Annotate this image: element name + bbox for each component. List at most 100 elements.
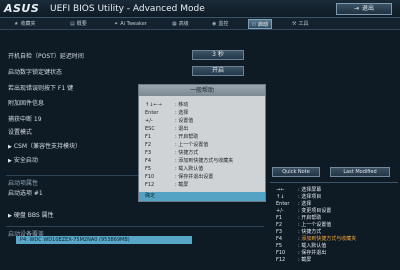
help-line: F3: 快捷方式 xyxy=(145,150,199,156)
help-line: F4: 添加到快捷方式与收藏夹 xyxy=(145,158,234,164)
section-boot-priority: 启动项属性 xyxy=(8,180,39,187)
help-desc: 设置值 xyxy=(178,118,194,124)
help-key: Enter xyxy=(145,110,159,116)
quick-note-button[interactable]: Quick Note xyxy=(272,167,320,177)
setting-label: 设置模式 xyxy=(8,129,33,136)
help-dialog-title: 一般帮助 xyxy=(139,85,265,96)
help-key: F12 xyxy=(145,182,155,188)
help-key: ESC xyxy=(145,126,155,132)
help-line: ESC: 退出 xyxy=(145,126,189,132)
help-ok-button[interactable]: 确定 xyxy=(139,192,265,201)
tab-label: 工具 xyxy=(298,21,309,27)
setting-int19[interactable]: 捕获中断 19 xyxy=(8,114,42,123)
key-help-line: Enter: 选择 xyxy=(276,201,312,207)
numlock-value[interactable]: 开启 xyxy=(192,66,244,76)
setting-label: CSM（兼容性支持模块） xyxy=(13,143,82,150)
setting-numlock[interactable]: 启动数字锁定键状态 xyxy=(8,67,62,76)
setting-label: 捕获中断 19 xyxy=(8,116,42,123)
exit-button[interactable]: ⇥ 退出 xyxy=(336,3,392,15)
tab-main[interactable]: ▤ 概要 xyxy=(70,19,87,29)
key-help-line: +/-: 变更项目设置 xyxy=(276,208,332,214)
setting-label: 启动数字锁定键状态 xyxy=(8,69,63,76)
help-line: F5: 载入默认值 xyxy=(145,166,204,172)
star-icon: ★ xyxy=(14,21,19,27)
advanced-icon: ▦ xyxy=(172,21,177,27)
help-desc: 载入默认值 xyxy=(178,166,204,172)
help-key: +/- xyxy=(145,118,153,124)
tab-label: 监控 xyxy=(218,21,229,27)
monitor-icon: ◉ xyxy=(212,21,217,27)
setting-csm[interactable]: ▶ CSM（兼容性支持模块） xyxy=(8,141,81,150)
key-help-line: F12: 截屏 xyxy=(276,257,312,263)
tab-label: 收藏夹 xyxy=(20,21,36,27)
help-key: F3 xyxy=(145,150,152,156)
tab-monitor[interactable]: ◉ 监控 xyxy=(212,19,228,29)
key-help-line: F2: 上一个设置值 xyxy=(276,222,332,228)
tab-label: Ai Tweaker xyxy=(120,21,147,27)
tab-label: 启动 xyxy=(257,22,268,28)
help-line: F10: 保存并退出设置 xyxy=(145,174,214,180)
app-title: UEFI BIOS Utility - Advanced Mode xyxy=(50,4,205,14)
boot-option-1[interactable]: 启动选项 #1 xyxy=(8,188,43,197)
help-line: ↑↓←→: 移动 xyxy=(145,102,189,108)
setting-label: 若出现错误则按下 F1 键 xyxy=(8,85,74,92)
help-desc: 开启帮助 xyxy=(178,134,199,140)
tab-boot[interactable]: ⏻ 启动 xyxy=(248,19,272,29)
setting-label: 附加固件信息 xyxy=(8,100,45,107)
general-help-dialog: 一般帮助 ↑↓←→: 移动 Enter: 选择 +/-: 设置值 ESC: 退出… xyxy=(138,84,266,202)
tab-advanced[interactable]: ▦ 高级 xyxy=(172,19,189,29)
help-line: F12: 截屏 xyxy=(145,182,189,188)
submenu-arrow-icon: ▶ xyxy=(8,144,12,150)
help-key: F4 xyxy=(145,158,152,164)
key-help-line: →←: 选择屏幕 xyxy=(276,187,322,193)
setting-label: 安全启动 xyxy=(13,157,38,164)
setting-secure-boot[interactable]: ▶ 安全启动 xyxy=(8,155,38,164)
setting-post-delay[interactable]: 开机自检（POST）延迟时间 xyxy=(8,51,84,60)
help-key: F1 xyxy=(145,134,152,140)
help-line: F1: 开启帮助 xyxy=(145,134,199,140)
submenu-arrow-icon: ▶ xyxy=(8,158,12,164)
key-help-line: ↑↓: 选择项目 xyxy=(276,194,322,200)
help-desc: 截屏 xyxy=(301,257,312,263)
help-desc: 添加到快捷方式与收藏夹 xyxy=(178,158,234,164)
tab-label: 概要 xyxy=(76,21,87,27)
boot-override-device[interactable]: P4: WDC WD10EZEX-75M2NA0 (953869MB) xyxy=(16,236,192,244)
tab-favorites[interactable]: ★ 收藏夹 xyxy=(14,19,36,29)
help-desc: 保存并退出设置 xyxy=(178,174,214,180)
tab-label: 高级 xyxy=(178,21,189,27)
tool-icon: ⚒ xyxy=(292,21,297,27)
exit-icon: ⇥ xyxy=(353,5,359,12)
submenu-arrow-icon: ▶ xyxy=(8,213,12,219)
help-key: ↑↓←→ xyxy=(145,102,162,108)
title-bar: ASUS UEFI BIOS Utility - Advanced Mode ⇥… xyxy=(0,0,400,18)
help-line: F2: 上一个设置值 xyxy=(145,142,209,148)
exit-label: 退出 xyxy=(362,5,375,12)
key-help-line: F3: 快捷方式 xyxy=(276,229,322,235)
post-delay-value[interactable]: 3 秒 xyxy=(192,50,244,60)
help-key: F10 xyxy=(145,174,155,180)
last-modified-button[interactable]: Last Modified xyxy=(330,167,390,177)
list-icon: ▤ xyxy=(70,21,75,27)
key-help-line: F10: 保存并退出 xyxy=(276,250,327,256)
key-help-line: F1: 开启帮助 xyxy=(276,215,322,221)
power-icon: ⏻ xyxy=(252,22,256,28)
help-line: +/-: 设置值 xyxy=(145,118,194,124)
key-help-line: F5: 载入默认值 xyxy=(276,243,327,249)
help-key: F2 xyxy=(145,142,152,148)
help-key: F5 xyxy=(145,166,152,172)
setting-bbs-priority[interactable]: ▶ 硬盘 BBS 属性 xyxy=(8,210,54,219)
help-desc: 退出 xyxy=(178,126,189,132)
key-help-panel: →←: 选择屏幕 ↑↓: 选择项目 Enter: 选择 +/-: 变更项目设置 … xyxy=(270,182,398,270)
help-key: F12 xyxy=(276,257,286,263)
setting-f1-error[interactable]: 若出现错误则按下 F1 键 xyxy=(8,83,73,92)
help-desc: 截屏 xyxy=(178,182,189,188)
setting-label: 硬盘 BBS 属性 xyxy=(13,212,54,219)
tab-tool[interactable]: ⚒ 工具 xyxy=(292,19,309,29)
setting-mode[interactable]: 设置模式 xyxy=(8,127,32,136)
tab-ai-tweaker[interactable]: ✦ Ai Tweaker xyxy=(114,19,147,29)
divider xyxy=(6,226,264,227)
tweaker-icon: ✦ xyxy=(114,21,119,27)
help-desc: 选择 xyxy=(178,110,189,116)
help-line: Enter: 选择 xyxy=(145,110,189,116)
setting-option-rom[interactable]: 附加固件信息 xyxy=(8,98,44,107)
